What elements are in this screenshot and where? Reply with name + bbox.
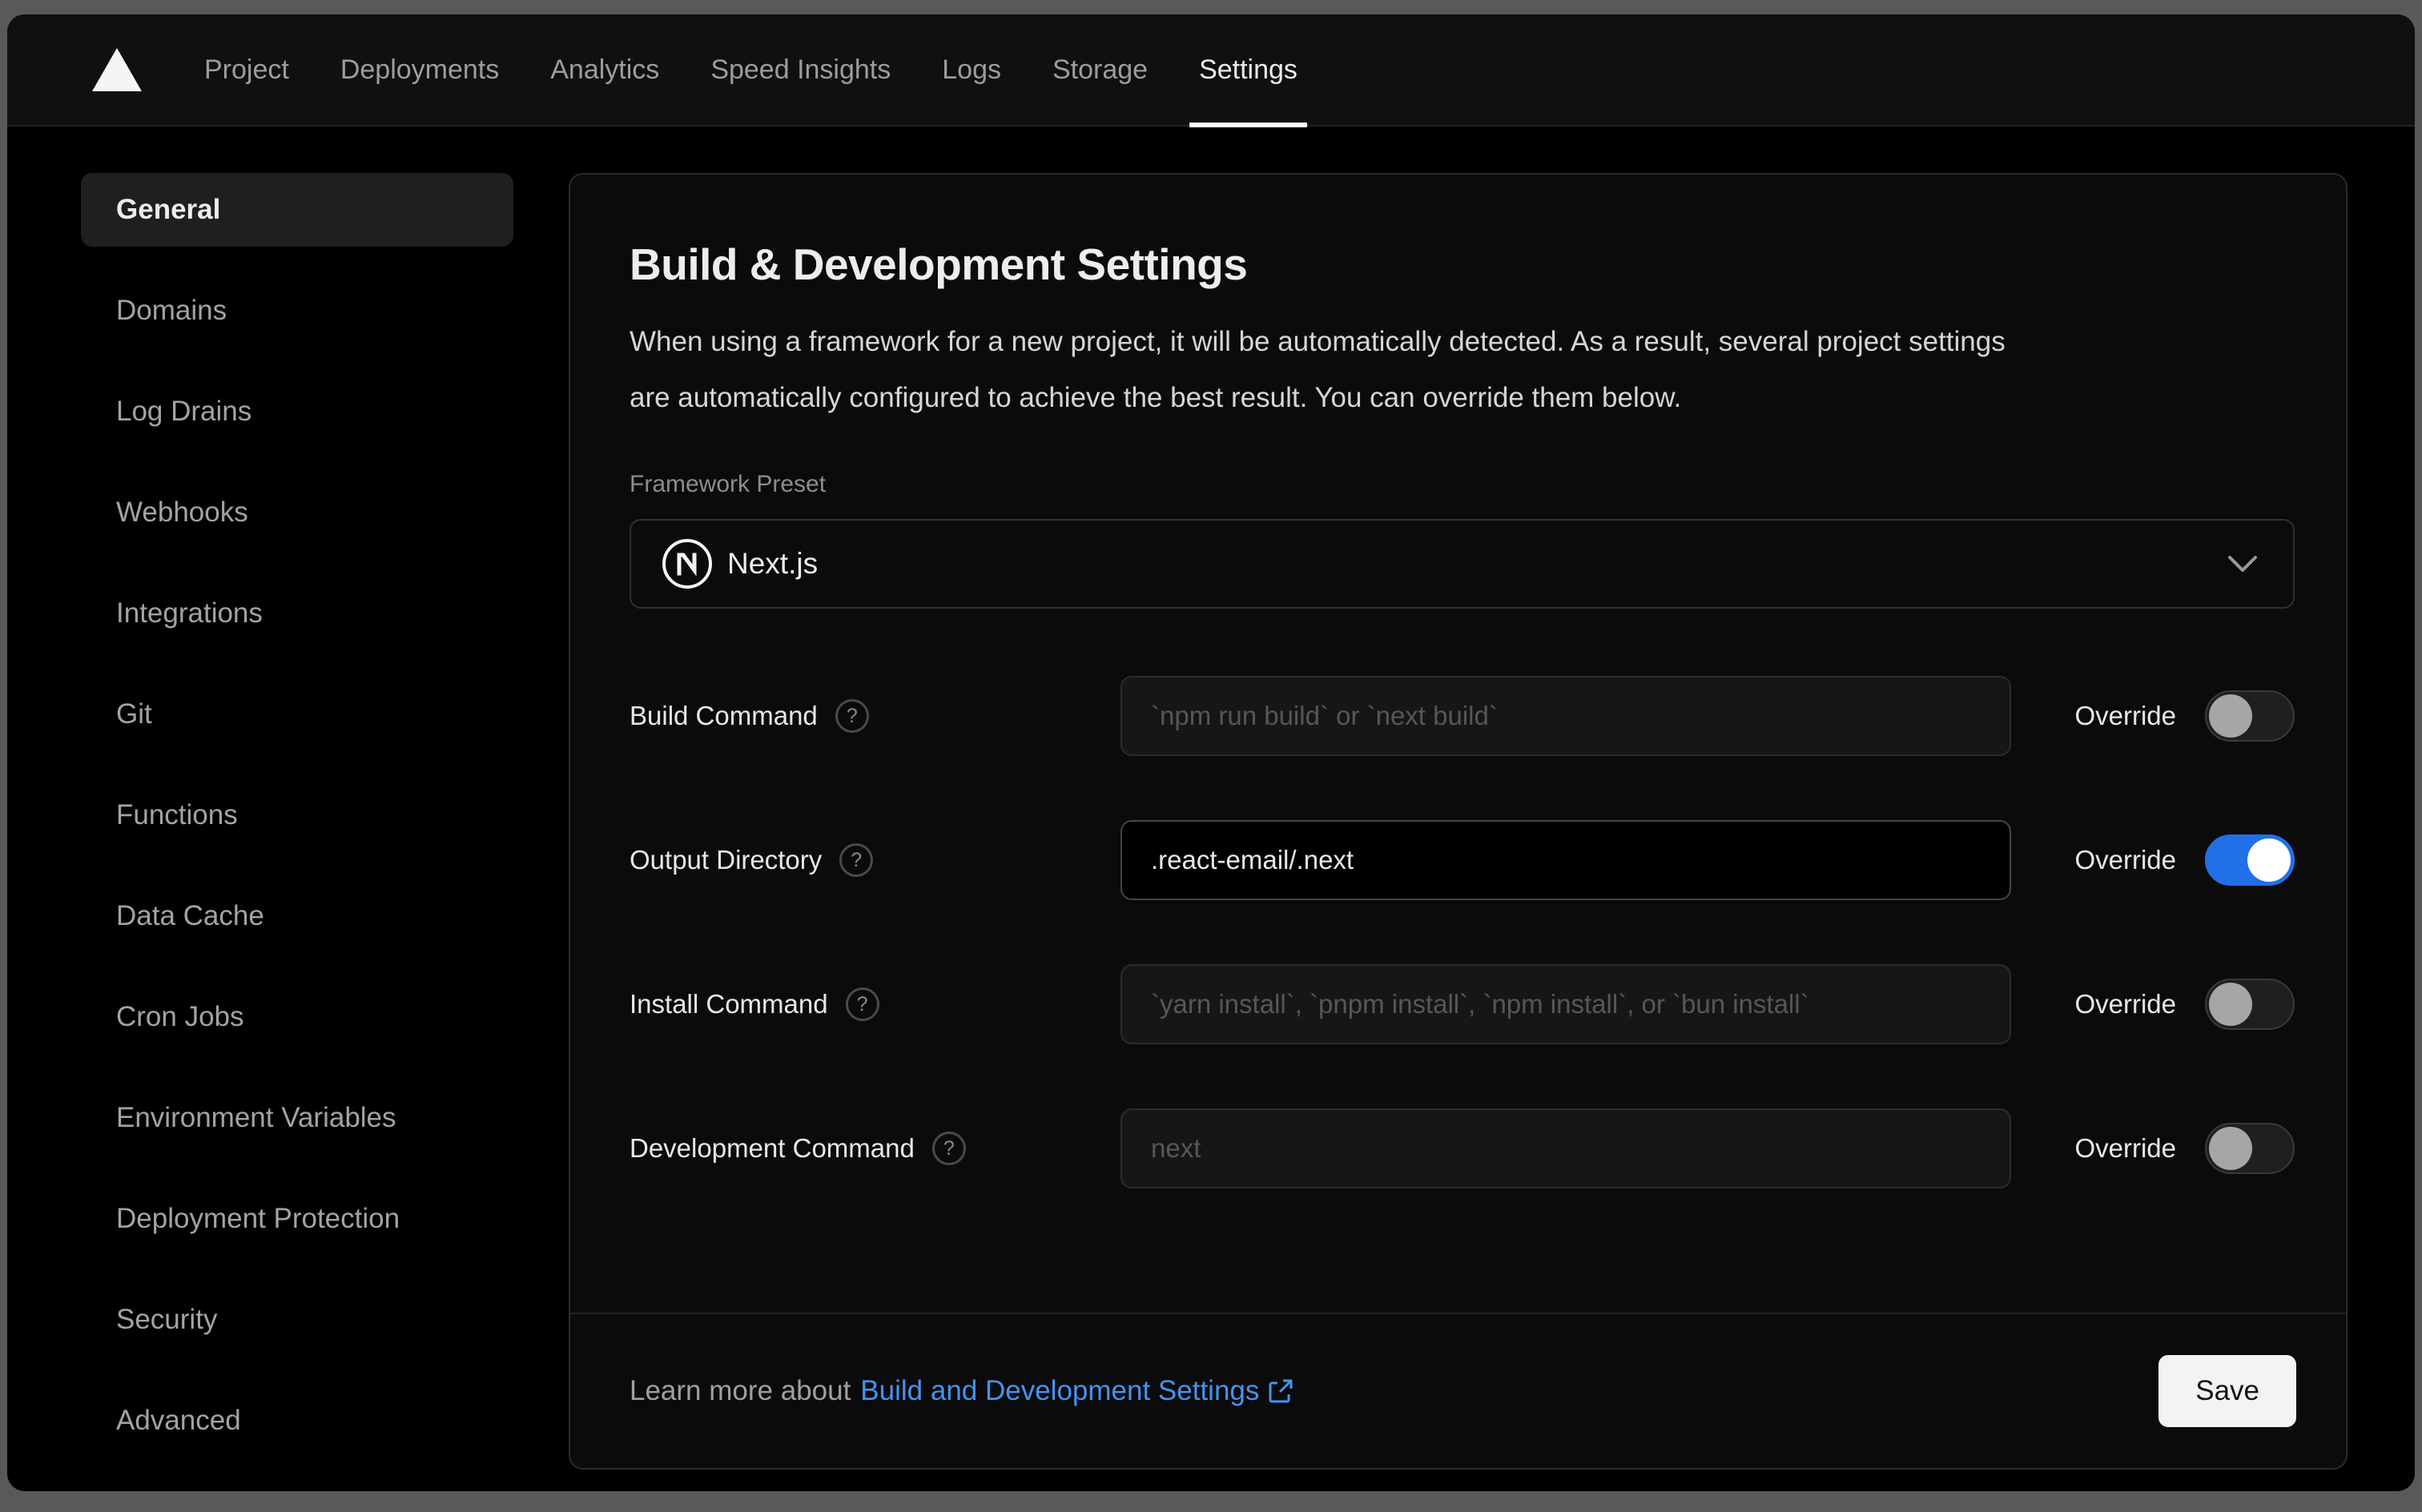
development-command-override-toggle[interactable]	[2205, 1123, 2295, 1174]
top-nav: Project Deployments Analytics Speed Insi…	[7, 14, 2415, 127]
settings-sidebar: General Domains Log Drains Webhooks Inte…	[7, 127, 513, 1491]
vercel-logo-icon[interactable]	[92, 48, 142, 91]
install-command-label: Install Command	[630, 989, 828, 1019]
build-command-input[interactable]	[1120, 676, 2011, 756]
sidebar-item-domains[interactable]: Domains	[81, 274, 513, 348]
framework-preset-value: Next.js	[727, 547, 819, 580]
external-link-icon	[1269, 1379, 1293, 1403]
tab-logs[interactable]: Logs	[942, 14, 1001, 126]
output-directory-input[interactable]	[1120, 820, 2011, 900]
page-title: Build & Development Settings	[630, 239, 1248, 289]
tab-storage[interactable]: Storage	[1052, 14, 1148, 126]
development-command-label: Development Command	[630, 1133, 915, 1163]
install-command-row: Install Command ? Override	[630, 964, 2295, 1044]
sidebar-item-data-cache[interactable]: Data Cache	[81, 879, 513, 953]
sidebar-item-deployment-protection[interactable]: Deployment Protection	[81, 1182, 513, 1256]
sidebar-item-webhooks[interactable]: Webhooks	[81, 476, 513, 549]
help-icon[interactable]: ?	[845, 987, 879, 1021]
output-directory-override-toggle[interactable]	[2205, 834, 2295, 886]
install-command-override-toggle[interactable]	[2205, 979, 2295, 1030]
sidebar-item-integrations[interactable]: Integrations	[81, 577, 513, 650]
install-command-input[interactable]	[1120, 964, 2011, 1044]
override-label: Override	[2074, 845, 2176, 875]
override-label: Override	[2074, 989, 2176, 1019]
sidebar-item-advanced[interactable]: Advanced	[81, 1384, 513, 1458]
build-settings-card: Build & Development Settings When using …	[569, 173, 2348, 1470]
help-icon[interactable]: ?	[835, 699, 869, 733]
framework-preset-label: Framework Preset	[630, 471, 827, 497]
tab-project[interactable]: Project	[204, 14, 289, 126]
tab-analytics[interactable]: Analytics	[550, 14, 659, 126]
chevron-down-icon	[2227, 554, 2258, 573]
tab-speed-insights[interactable]: Speed Insights	[710, 14, 891, 126]
override-label: Override	[2074, 1133, 2176, 1163]
development-command-row: Development Command ? Override	[630, 1108, 2295, 1188]
output-directory-row: Output Directory ? Override	[630, 820, 2295, 900]
sidebar-item-git[interactable]: Git	[81, 678, 513, 751]
sidebar-item-functions[interactable]: Functions	[81, 778, 513, 852]
sidebar-item-security[interactable]: Security	[81, 1283, 513, 1357]
build-command-override-toggle[interactable]	[2205, 690, 2295, 742]
app-window: Project Deployments Analytics Speed Insi…	[7, 14, 2415, 1491]
build-command-row: Build Command ? Override	[630, 676, 2295, 756]
tab-deployments[interactable]: Deployments	[340, 14, 499, 126]
card-footer: Learn more about Build and Development S…	[570, 1313, 2346, 1468]
main-panel: Build & Development Settings When using …	[512, 127, 2415, 1491]
sidebar-item-environment-variables[interactable]: Environment Variables	[81, 1081, 513, 1155]
sidebar-item-general[interactable]: General	[81, 173, 513, 247]
save-button[interactable]: Save	[2158, 1355, 2296, 1427]
development-command-input[interactable]	[1120, 1108, 2011, 1188]
help-icon[interactable]: ?	[931, 1132, 966, 1165]
sidebar-item-cron-jobs[interactable]: Cron Jobs	[81, 980, 513, 1054]
override-label: Override	[2074, 701, 2176, 730]
section-description: When using a framework for a new project…	[630, 326, 2006, 413]
framework-preset-select[interactable]: Next.js	[630, 519, 2295, 609]
build-command-label: Build Command	[630, 701, 818, 730]
output-directory-label: Output Directory	[630, 845, 823, 875]
help-icon[interactable]: ?	[839, 843, 874, 877]
content-area: General Domains Log Drains Webhooks Inte…	[7, 127, 2415, 1491]
sidebar-item-log-drains[interactable]: Log Drains	[81, 375, 513, 448]
learn-more-text: Learn more about	[630, 1375, 851, 1406]
build-settings-docs-link[interactable]: Build and Development Settings	[860, 1375, 1294, 1407]
tab-settings[interactable]: Settings	[1189, 14, 1307, 127]
nextjs-logo-icon	[662, 539, 712, 589]
